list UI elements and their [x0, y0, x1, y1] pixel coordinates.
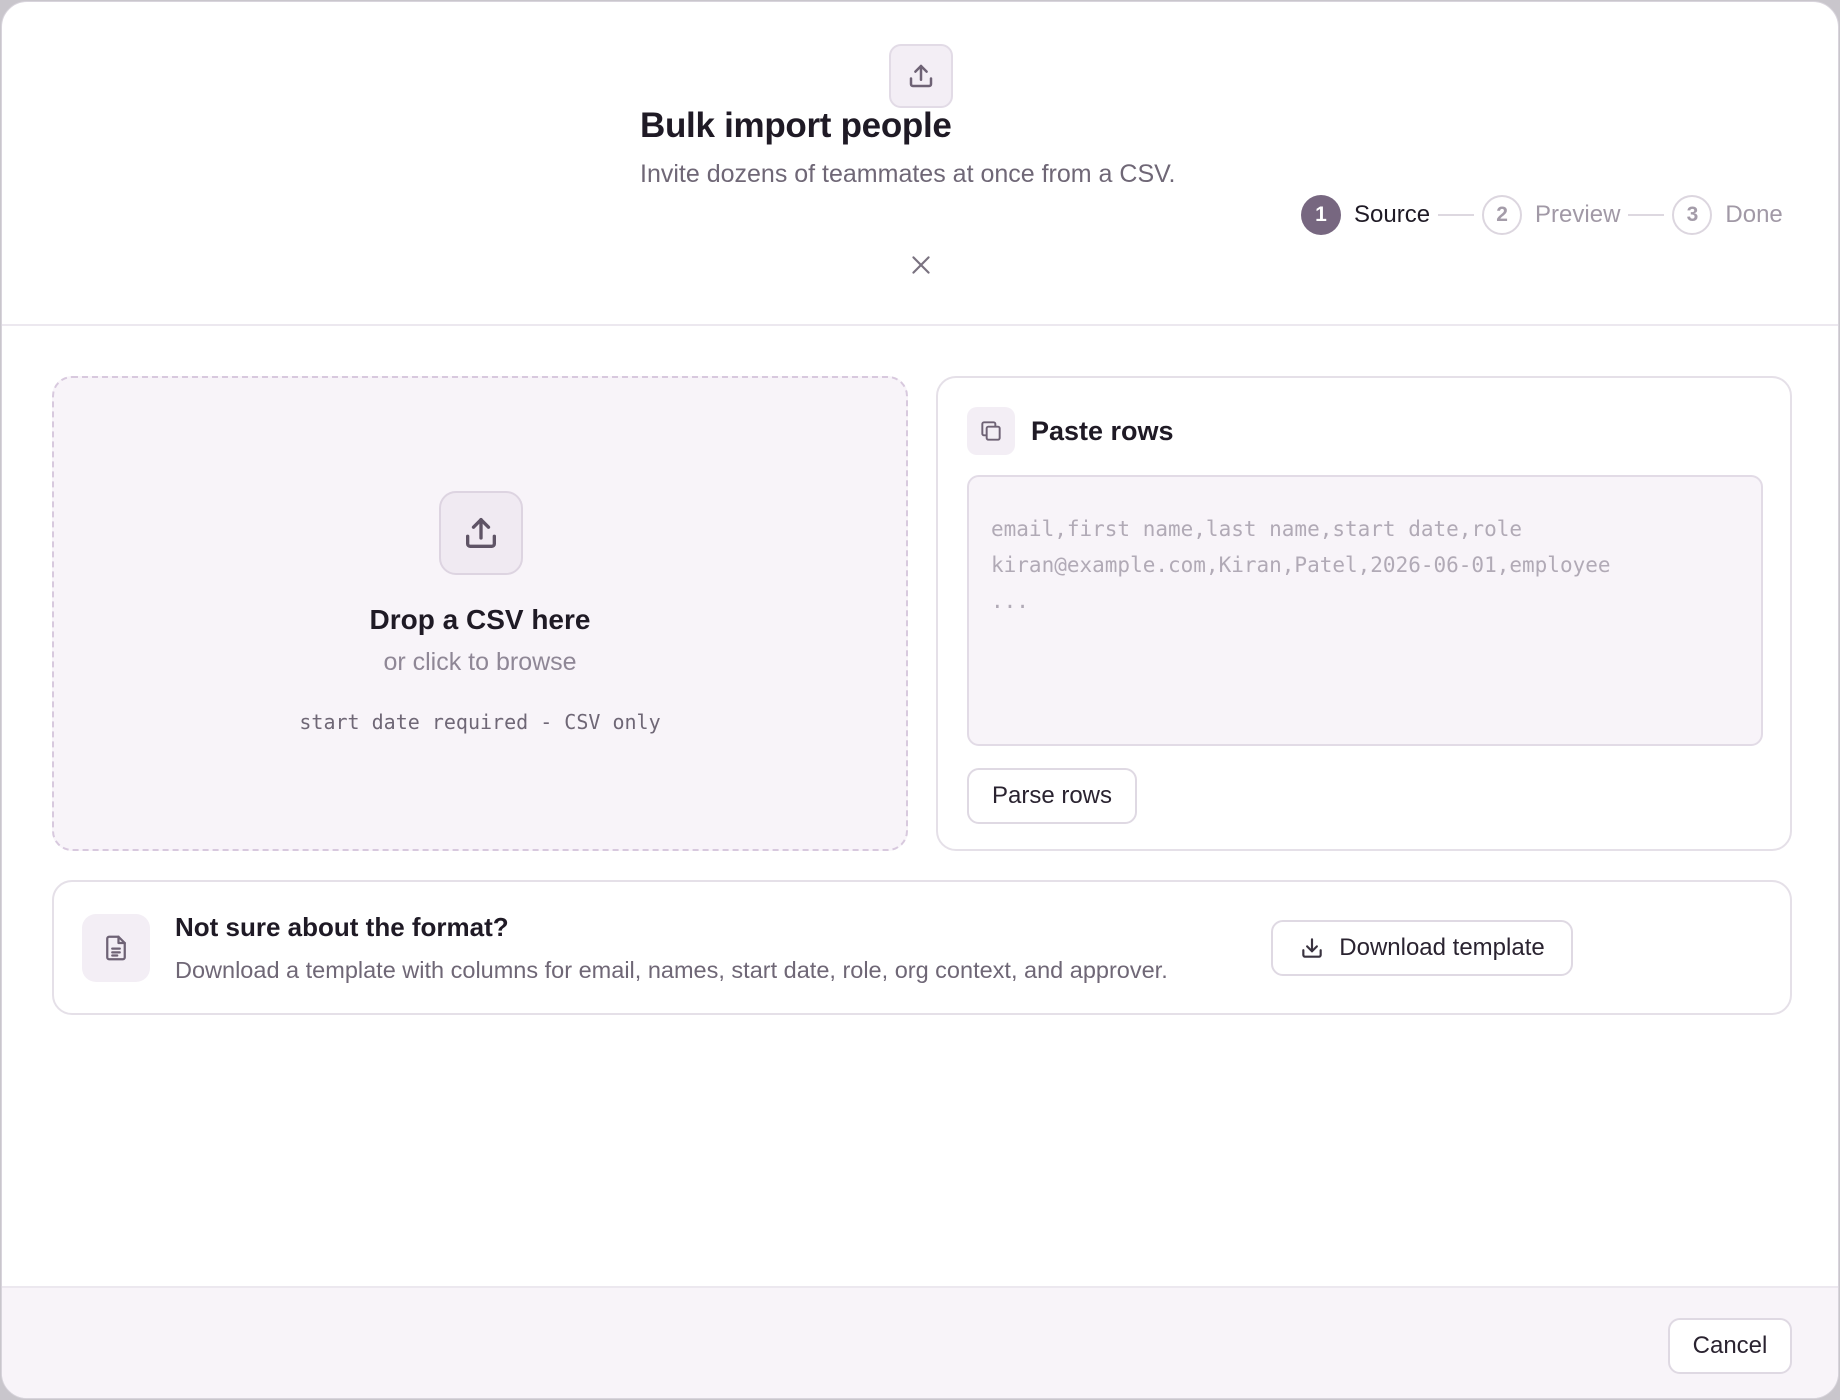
parse-rows-button[interactable]: Parse rows — [967, 768, 1137, 824]
close-icon — [912, 256, 930, 274]
csv-dropzone[interactable]: Drop a CSV here or click to browse start… — [52, 376, 908, 851]
upload-icon — [889, 44, 953, 108]
paste-rows-textarea[interactable]: email,first name,last name,start date,ro… — [967, 475, 1763, 746]
step-1-number: 1 — [1301, 195, 1341, 235]
template-card: Not sure about the format? Download a te… — [52, 880, 1792, 1015]
modal-header: Bulk import people Invite dozens of team… — [2, 2, 1838, 326]
paste-rows-title: Paste rows — [1031, 416, 1174, 446]
dropzone-subtitle: or click to browse — [383, 648, 577, 676]
template-title: Not sure about the format? — [175, 912, 509, 942]
modal-title: Bulk import people — [640, 106, 952, 145]
step-3-label: Done — [1725, 201, 1783, 228]
download-template-button[interactable]: Download template — [1271, 920, 1573, 976]
cancel-button[interactable]: Cancel — [1668, 1318, 1792, 1374]
dropzone-title: Drop a CSV here — [369, 604, 591, 635]
close-button[interactable] — [904, 248, 938, 282]
download-template-label: Download template — [1339, 934, 1545, 961]
copy-icon — [967, 407, 1015, 455]
step-1-label: Source — [1354, 201, 1431, 228]
step-2-label: Preview — [1535, 201, 1621, 228]
download-icon — [1302, 938, 1323, 958]
bulk-import-modal: Bulk import people Invite dozens of team… — [1, 1, 1839, 1399]
step-2-number: 2 — [1482, 195, 1523, 235]
template-description: Download a template with columns for ema… — [175, 957, 1168, 983]
document-icon — [82, 914, 150, 982]
upload-icon — [439, 491, 523, 575]
step-3-number: 3 — [1672, 195, 1713, 235]
paste-rows-card: Paste rows email,first name,last name,st… — [936, 376, 1792, 851]
step-connector — [1438, 214, 1475, 216]
modal-subtitle: Invite dozens of teammates at once from … — [640, 160, 1176, 188]
dropzone-hint: start date required - CSV only — [299, 710, 661, 734]
step-indicator: 1 Source 2 Preview 3 Done — [1301, 194, 1783, 236]
step-connector — [1628, 214, 1665, 216]
modal-footer: Cancel — [2, 1286, 1838, 1398]
